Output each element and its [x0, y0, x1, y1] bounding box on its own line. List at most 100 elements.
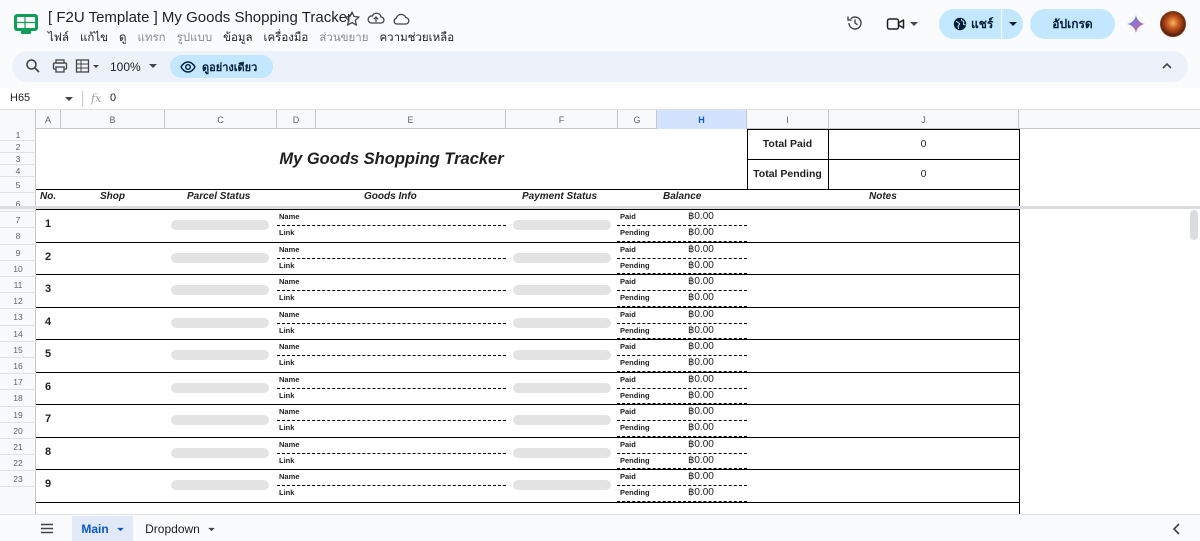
row-header[interactable]: 22	[0, 455, 36, 471]
row-header[interactable]: 17	[0, 374, 36, 390]
parcel-status-dropdown[interactable]	[171, 285, 269, 295]
column-header-b[interactable]: B	[61, 110, 165, 129]
payment-status-dropdown[interactable]	[513, 220, 611, 230]
pending-amount[interactable]: ฿0.00	[688, 357, 714, 368]
parcel-status-dropdown[interactable]	[171, 220, 269, 230]
menu-insert[interactable]: แทรก	[137, 29, 165, 47]
parcel-status-dropdown[interactable]	[171, 252, 269, 263]
chevron-down-icon[interactable]	[65, 96, 73, 102]
parcel-status-dropdown[interactable]	[171, 317, 269, 328]
total-pending-value[interactable]: 0	[828, 168, 1019, 180]
column-header-j[interactable]: J	[829, 110, 1019, 129]
row-header[interactable]: 13	[0, 309, 36, 326]
parcel-status-dropdown[interactable]	[171, 415, 269, 425]
row-header[interactable]: 3	[0, 153, 36, 165]
paid-amount[interactable]: ฿0.00	[688, 211, 714, 222]
account-avatar[interactable]	[1160, 11, 1186, 37]
name-box[interactable]: H65	[10, 92, 30, 104]
paid-amount[interactable]: ฿0.00	[688, 374, 714, 385]
payment-status-dropdown[interactable]	[513, 350, 611, 360]
payment-status-dropdown[interactable]	[513, 252, 611, 263]
pending-amount[interactable]: ฿0.00	[688, 422, 714, 433]
column-header-h[interactable]: H	[657, 110, 747, 129]
search-icon[interactable]	[25, 58, 41, 74]
row-header[interactable]: 11	[0, 277, 36, 293]
payment-status-dropdown[interactable]	[513, 415, 611, 425]
row-header[interactable]: 15	[0, 342, 36, 358]
menu-edit[interactable]: แก้ไข	[80, 29, 108, 47]
column-header-c[interactable]: C	[165, 110, 277, 129]
paid-amount[interactable]: ฿0.00	[688, 276, 714, 287]
paid-amount[interactable]: ฿0.00	[688, 471, 714, 482]
pending-amount[interactable]: ฿0.00	[688, 260, 714, 271]
parcel-status-dropdown[interactable]	[171, 350, 269, 360]
column-header-f[interactable]: F	[506, 110, 618, 129]
row-header[interactable]: 2	[0, 141, 36, 153]
row-header[interactable]: 14	[0, 326, 36, 342]
menu-data[interactable]: ข้อมูล	[223, 29, 252, 47]
menu-file[interactable]: ไฟล์	[48, 29, 69, 47]
column-header-i[interactable]: I	[747, 110, 829, 129]
view-mode-icon[interactable]	[75, 58, 101, 74]
row-header[interactable]: 16	[0, 358, 36, 374]
tab-main[interactable]: Main	[72, 516, 133, 541]
pending-amount[interactable]: ฿0.00	[688, 325, 714, 336]
gemini-icon[interactable]	[1126, 14, 1146, 34]
chevron-down-icon[interactable]	[149, 62, 157, 70]
row-header[interactable]: 23	[0, 471, 36, 487]
menu-format[interactable]: รูปแบบ	[177, 29, 213, 47]
chevron-left-icon[interactable]	[1172, 523, 1182, 535]
sheets-logo-icon[interactable]	[13, 13, 39, 35]
select-all-corner[interactable]	[0, 110, 36, 129]
payment-status-dropdown[interactable]	[513, 285, 611, 295]
row-header[interactable]: 7	[0, 212, 36, 228]
pending-amount[interactable]: ฿0.00	[688, 227, 714, 238]
upgrade-button[interactable]: อัปเกรด	[1030, 9, 1115, 39]
paid-amount[interactable]: ฿0.00	[688, 406, 714, 417]
parcel-status-dropdown[interactable]	[171, 447, 269, 458]
row-header[interactable]: 21	[0, 439, 36, 455]
pending-amount[interactable]: ฿0.00	[688, 487, 714, 498]
tab-dropdown[interactable]: Dropdown	[140, 516, 220, 541]
pending-amount[interactable]: ฿0.00	[688, 292, 714, 303]
column-header-d[interactable]: D	[277, 110, 316, 129]
vertical-scrollbar[interactable]	[1190, 210, 1198, 240]
row-header[interactable]: 10	[0, 261, 36, 277]
all-sheets-menu-icon[interactable]	[40, 523, 54, 534]
cloud-status-icon[interactable]	[392, 10, 410, 28]
total-paid-value[interactable]: 0	[828, 138, 1019, 150]
payment-status-dropdown[interactable]	[513, 317, 611, 328]
print-icon[interactable]	[52, 58, 68, 74]
menu-help[interactable]: ความช่วยเหลือ	[379, 29, 454, 47]
column-header-e[interactable]: E	[316, 110, 506, 129]
formula-input[interactable]: 0	[110, 92, 116, 104]
pending-amount[interactable]: ฿0.00	[688, 455, 714, 466]
share-options-dropdown[interactable]	[1002, 9, 1023, 39]
paid-amount[interactable]: ฿0.00	[688, 341, 714, 352]
document-title[interactable]: [ F2U Template ] My Goods Shopping Track…	[48, 9, 352, 26]
share-main[interactable]: แชร์	[939, 9, 1001, 39]
menu-tools[interactable]: เครื่องมือ	[264, 29, 309, 47]
parcel-status-dropdown[interactable]	[171, 480, 269, 490]
row-header[interactable]: 12	[0, 293, 36, 309]
paid-amount[interactable]: ฿0.00	[688, 244, 714, 255]
row-header[interactable]: 9	[0, 245, 36, 261]
parcel-status-dropdown[interactable]	[171, 382, 269, 393]
paid-amount[interactable]: ฿0.00	[688, 309, 714, 320]
row-header[interactable]: 1	[0, 129, 36, 141]
payment-status-dropdown[interactable]	[513, 447, 611, 458]
chevron-down-icon[interactable]	[208, 527, 215, 532]
view-only-chip[interactable]: ดูอย่างเดียว	[170, 55, 273, 78]
menu-extensions[interactable]: ส่วนขยาย	[319, 29, 368, 47]
paid-amount[interactable]: ฿0.00	[688, 439, 714, 450]
move-to-drive-icon[interactable]	[367, 10, 385, 28]
row-header[interactable]: 4	[0, 165, 36, 177]
tracker-sheet[interactable]: My Goods Shopping Tracker Total Paid 0 T…	[36, 129, 1200, 514]
row-header[interactable]: 6	[0, 196, 36, 212]
chevron-up-icon[interactable]	[1161, 60, 1173, 72]
meet-button[interactable]	[886, 12, 926, 36]
row-header[interactable]: 20	[0, 423, 36, 439]
spreadsheet-grid[interactable]: ABCDEFGHIJ 1 2 3 4 5 6 7 8 9 10 11 12 13 14 15 16 17 18 19…	[0, 110, 1200, 514]
star-icon[interactable]	[343, 10, 361, 28]
column-header-g[interactable]: G	[618, 110, 657, 129]
